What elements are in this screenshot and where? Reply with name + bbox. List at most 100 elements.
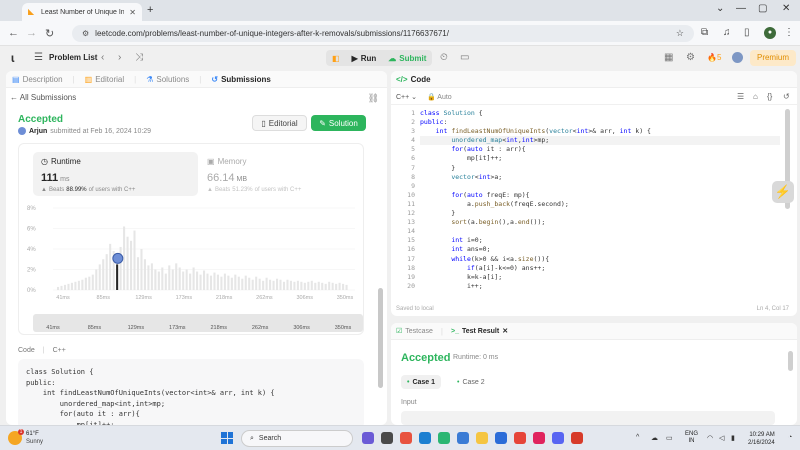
all-submissions-link[interactable]: ← All Submissions <box>10 93 76 102</box>
streak-counter[interactable]: 🔥5 <box>707 53 721 62</box>
notes-icon[interactable]: ▭ <box>460 52 469 63</box>
bar <box>70 282 73 290</box>
system-clock[interactable]: 10:29 AM 2/16/2024 <box>748 431 775 447</box>
language-indicator[interactable]: ENG IN <box>685 431 698 445</box>
premium-button[interactable]: Premium <box>750 50 796 66</box>
task-view-icon[interactable] <box>381 432 393 444</box>
edit-icon: ✎ <box>319 118 326 128</box>
bookmark-icon[interactable]: ⌂ <box>753 92 758 101</box>
onedrive-icon[interactable]: ☁ <box>651 434 658 442</box>
problem-list-link[interactable]: Problem List <box>49 53 97 62</box>
solution-button[interactable]: ✎ Solution <box>311 115 366 131</box>
layout-icon[interactable]: ▦ <box>664 52 673 63</box>
left-scrollbar[interactable] <box>378 288 383 388</box>
minimize-icon[interactable]: — <box>736 3 746 14</box>
back-icon[interactable]: ← <box>8 27 19 39</box>
close-icon[interactable]: ✕ <box>502 327 508 335</box>
volume-icon[interactable]: ◁ <box>719 434 724 442</box>
tab-description[interactable]: ▤ Description <box>12 75 63 84</box>
problem-list-icon[interactable]: ☰ <box>34 52 43 63</box>
new-tab-icon[interactable]: + <box>147 4 153 16</box>
maximize-icon[interactable]: ▢ <box>758 3 767 14</box>
code-lines[interactable]: class Solution {public: int findLeastNum… <box>420 109 780 291</box>
case-1-tab[interactable]: • Case 1 <box>401 375 442 389</box>
debug-button[interactable]: ◧ <box>326 50 346 66</box>
window-close-icon[interactable]: ✕ <box>782 3 790 14</box>
assistant-float-icon[interactable]: ⚡ <box>772 181 794 203</box>
editorial-button[interactable]: ▯ Editorial <box>252 115 307 131</box>
code-line: unordered_map<int,int>mp; <box>420 136 780 146</box>
wifi-icon[interactable]: ◠ <box>707 434 713 442</box>
username[interactable]: Arjun <box>29 128 47 135</box>
timer-icon[interactable]: ⏲ <box>440 52 448 63</box>
teams-icon[interactable] <box>438 432 450 444</box>
scrubber-tick-label: 218ms <box>210 325 227 331</box>
sidepanel-icon[interactable]: ▯ <box>744 27 750 38</box>
tab-testcase[interactable]: ☑ Testcase <box>396 327 433 336</box>
forward-icon[interactable]: → <box>26 27 37 39</box>
profile-avatar[interactable]: ● <box>764 27 776 39</box>
file-explorer-icon[interactable] <box>476 432 488 444</box>
vscode-icon[interactable] <box>495 432 507 444</box>
weather-condition: Sunny <box>26 439 44 445</box>
windows-start-icon[interactable] <box>221 432 233 444</box>
memory-card[interactable]: ▣ Memory 66.14 MB ▲ Beats 51.23% of users wit… <box>203 152 363 196</box>
tray-overflow-icon[interactable]: ^ <box>636 434 639 441</box>
bar <box>265 277 268 290</box>
user-avatar[interactable] <box>732 52 743 63</box>
next-problem-icon[interactable]: › <box>118 52 121 63</box>
run-button[interactable]: ▶ Run <box>346 50 383 66</box>
browser-menu-icon[interactable]: ⋮ <box>784 27 794 38</box>
bar <box>307 281 310 290</box>
store-icon[interactable] <box>457 432 469 444</box>
chrome-icon[interactable] <box>514 432 526 444</box>
tab-solutions[interactable]: ⚗ Solutions <box>146 75 189 84</box>
notification-icon[interactable]: ◔ <box>788 434 792 441</box>
extensions-icon[interactable]: ⧉ <box>701 27 708 38</box>
site-info-icon[interactable]: ⚙ <box>82 29 89 38</box>
tab-close-icon[interactable]: ✕ <box>129 8 136 17</box>
format-icon[interactable]: ☰ <box>737 92 744 101</box>
submit-button[interactable]: ☁ Submit <box>382 50 432 66</box>
runtime-card[interactable]: ◷ Runtime 111 ms ▲ Beats 88.99% of users with… <box>33 152 198 196</box>
bar <box>251 279 254 290</box>
share-link-icon[interactable]: ⛓ <box>368 93 379 104</box>
auto-mode[interactable]: 🔒 Auto <box>427 93 452 101</box>
tab-code[interactable]: </> Code <box>396 75 431 84</box>
photos-icon[interactable] <box>400 432 412 444</box>
leetcode-logo-icon[interactable]: ɩ <box>11 51 14 65</box>
bar <box>60 285 63 290</box>
saved-status: Saved to local <box>396 306 434 312</box>
tab-test-result[interactable]: >_ Test Result ✕ <box>451 327 508 336</box>
bookmark-star-icon[interactable]: ☆ <box>676 28 684 39</box>
bar <box>314 282 317 290</box>
instagram-icon[interactable] <box>533 432 545 444</box>
language-select[interactable]: C++ ⌄ <box>396 93 417 101</box>
window-dropdown-icon[interactable]: ⌄ <box>716 3 724 14</box>
copilot-icon[interactable] <box>362 432 374 444</box>
tab-editorial[interactable]: ▥ Editorial <box>85 75 124 84</box>
reload-icon[interactable]: ↻ <box>45 27 54 40</box>
input-value-box <box>401 411 775 425</box>
tab-submissions[interactable]: ↺ Submissions <box>211 75 271 84</box>
edge-icon[interactable] <box>419 432 431 444</box>
case-2-tab[interactable]: • Case 2 <box>451 375 491 389</box>
browser-tab[interactable]: ◣ Least Number of Unique Intege ✕ <box>22 3 142 21</box>
test-scrollbar[interactable] <box>788 351 793 371</box>
prev-problem-icon[interactable]: ‹ <box>101 52 104 63</box>
media-icon[interactable]: ♫ <box>723 27 731 38</box>
reset-icon[interactable]: ↺ <box>783 92 790 101</box>
runtime-distribution-chart[interactable]: 8% 6% 4% 2% 0% 41ms 85ms 129ms 173ms 218ms 262ms 30… <box>25 202 361 314</box>
shuffle-icon[interactable]: ⤨ <box>135 52 143 63</box>
bar <box>175 263 178 290</box>
discord-icon[interactable] <box>552 432 564 444</box>
settings-icon[interactable]: ⚙ <box>686 52 695 63</box>
taskbar-search[interactable]: ⌕ Search <box>241 430 353 447</box>
battery-status-icon[interactable]: ▮ <box>731 434 735 442</box>
chart-range-scrubber[interactable]: 41ms 85ms 129ms 173ms 218ms 262ms 306ms 350ms <box>33 314 363 332</box>
address-bar[interactable]: ⚙ leetcode.com/problems/least-number-of-… <box>72 25 694 42</box>
braces-icon[interactable]: {} <box>767 92 772 101</box>
battery-icon[interactable]: ▭ <box>666 434 673 442</box>
chrome-profile-icon[interactable] <box>571 432 583 444</box>
scrubber-tick-label: 350ms <box>335 325 352 331</box>
